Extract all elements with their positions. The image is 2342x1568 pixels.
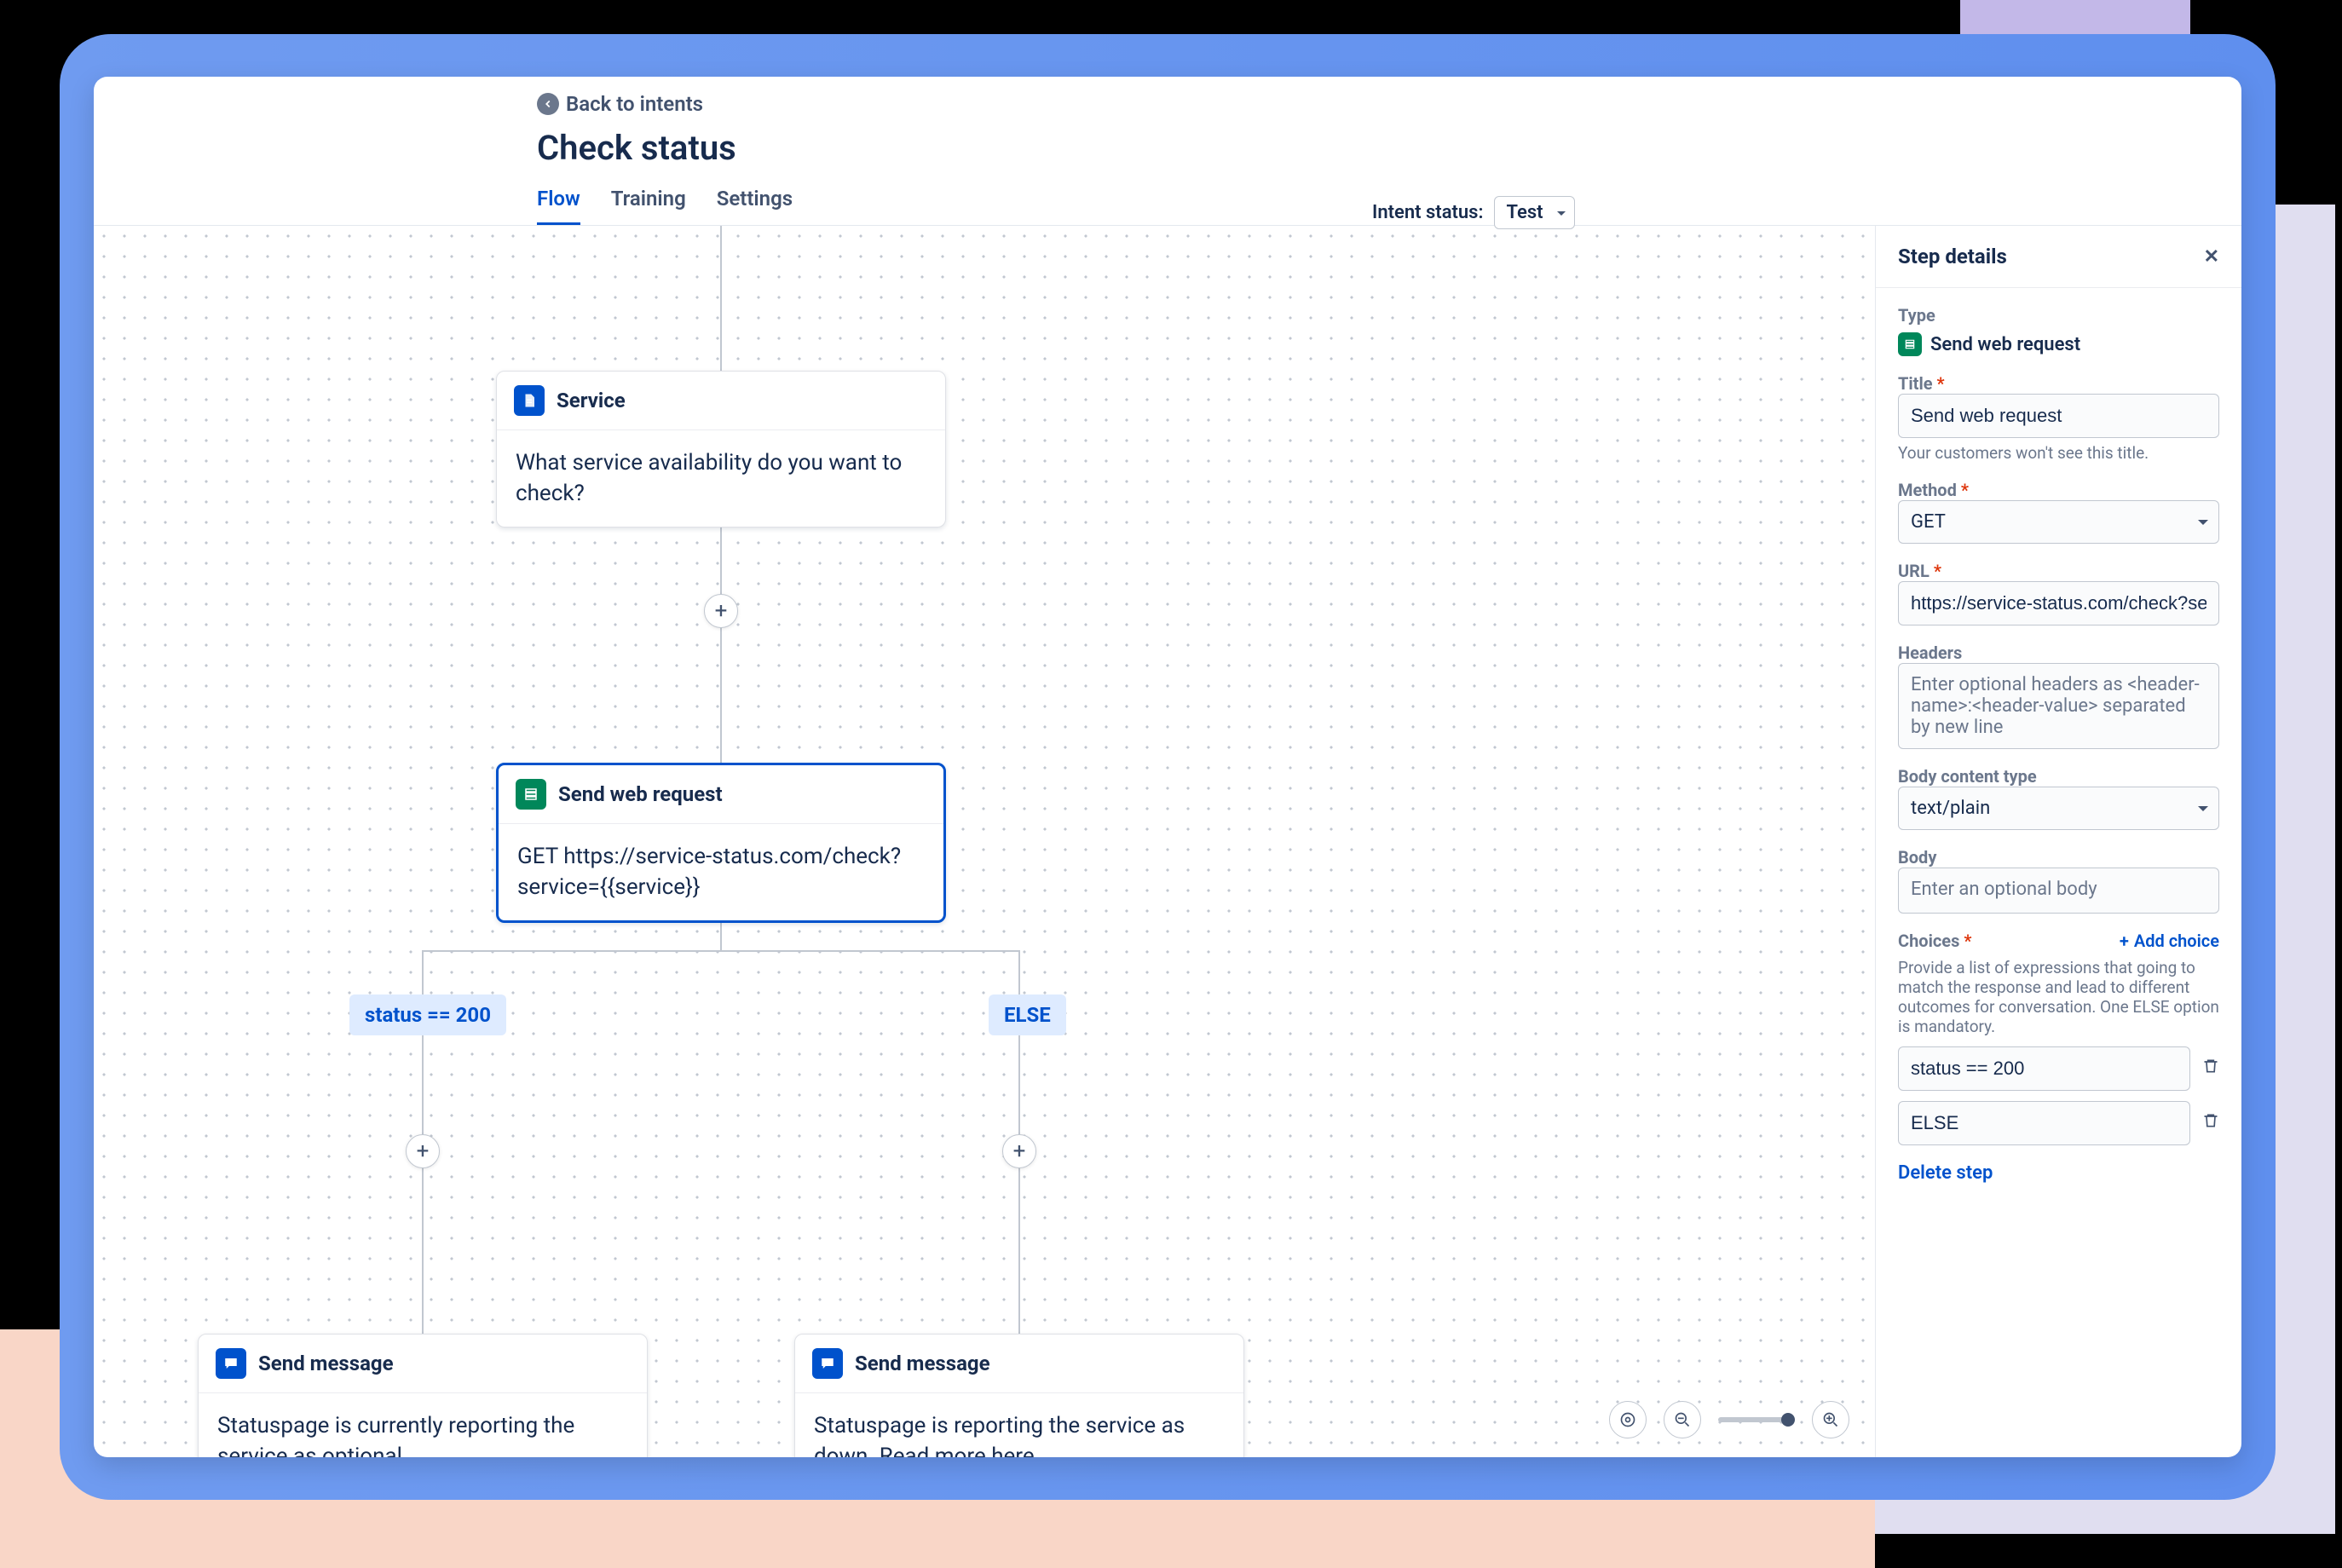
intent-status-select[interactable]: Test [1494, 196, 1575, 229]
method-value: GET [1911, 511, 1946, 533]
type-label: Type [1898, 305, 2219, 326]
bodytype-label: Body content type [1898, 766, 2219, 787]
tab-training[interactable]: Training [611, 187, 686, 225]
method-select[interactable]: GET [1898, 500, 2219, 544]
method-label: Method [1898, 480, 1957, 500]
body-input[interactable]: Enter an optional body [1898, 868, 2219, 914]
url-label: URL [1898, 561, 1930, 581]
node-web-request[interactable]: Send web request GET https://service-sta… [496, 763, 946, 923]
choice-input-2[interactable] [1898, 1101, 2190, 1145]
headers-label: Headers [1898, 643, 2219, 663]
node-msg-right-body: Statuspage is reporting the service as d… [795, 1393, 1243, 1457]
headers-input[interactable]: Enter optional headers as <header-name>:… [1898, 663, 2219, 749]
choices-label: Choices [1898, 931, 1959, 951]
web-request-icon [516, 779, 546, 810]
body-label: Body [1898, 847, 2219, 868]
type-value: Send web request [1930, 334, 2080, 355]
intent-status-value: Test [1507, 202, 1543, 223]
trash-icon[interactable] [2202, 1058, 2219, 1080]
message-icon [812, 1348, 843, 1379]
add-step-left-button[interactable]: + [406, 1134, 440, 1168]
flow-canvas[interactable]: Service What service availability do you… [94, 226, 1875, 1457]
close-icon[interactable]: ✕ [2204, 246, 2219, 268]
back-label: Back to intents [566, 92, 703, 116]
message-icon [216, 1348, 246, 1379]
node-msg-left-title: Send message [258, 1352, 394, 1375]
node-service-title: Service [557, 389, 626, 412]
page-title: Check status [537, 128, 1466, 168]
document-icon [514, 385, 545, 416]
add-choice-button[interactable]: + Add choice [2120, 931, 2219, 951]
branch-label-else[interactable]: ELSE [989, 994, 1066, 1035]
branch-label-status[interactable]: status == 200 [349, 994, 506, 1035]
back-arrow-icon [537, 93, 559, 115]
add-step-button[interactable]: + [704, 594, 738, 628]
zoom-in-button[interactable] [1812, 1401, 1849, 1438]
intent-status-label: Intent status: [1372, 202, 1484, 223]
node-msg-right-title: Send message [855, 1352, 990, 1375]
panel-title: Step details [1898, 245, 2007, 268]
add-choice-label: Add choice [2134, 931, 2219, 951]
node-web-body: GET https://service-status.com/check?ser… [499, 824, 943, 920]
tab-settings[interactable]: Settings [717, 187, 793, 225]
zoom-slider[interactable] [1718, 1417, 1795, 1422]
url-input[interactable] [1898, 581, 2219, 625]
title-input[interactable] [1898, 394, 2219, 438]
trash-icon[interactable] [2202, 1112, 2219, 1134]
back-to-intents-link[interactable]: Back to intents [537, 92, 1466, 116]
add-step-right-button[interactable]: + [1002, 1134, 1036, 1168]
plus-icon: + [2120, 931, 2129, 951]
web-request-icon [1898, 332, 1922, 356]
title-field-label: Title [1898, 373, 1933, 394]
choice-input-1[interactable] [1898, 1046, 2190, 1091]
bodytype-value: text/plain [1911, 798, 1990, 819]
title-hint: Your customers won't see this title. [1898, 443, 2219, 463]
zoom-out-button[interactable] [1664, 1401, 1701, 1438]
node-service-body: What service availability do you want to… [497, 430, 945, 527]
delete-step-link[interactable]: Delete step [1898, 1162, 2219, 1184]
recenter-button[interactable] [1609, 1401, 1647, 1438]
bodytype-select[interactable]: text/plain [1898, 787, 2219, 830]
node-web-title: Send web request [558, 782, 723, 806]
node-msg-left-body: Statuspage is currently reporting the se… [199, 1393, 647, 1457]
choices-description: Provide a list of expressions that going… [1898, 958, 2219, 1036]
tab-flow[interactable]: Flow [537, 187, 580, 225]
